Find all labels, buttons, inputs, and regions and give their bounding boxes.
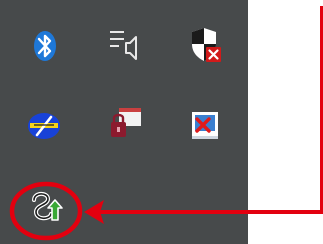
network-icon[interactable] bbox=[22, 104, 66, 148]
display-error-icon[interactable] bbox=[183, 104, 227, 148]
vpn-lock-icon[interactable] bbox=[103, 102, 147, 146]
sync-up-arrow-icon[interactable] bbox=[24, 186, 68, 230]
windows-security-alert-icon[interactable] bbox=[184, 22, 228, 66]
bluetooth-icon[interactable] bbox=[23, 24, 67, 68]
system-tray-overflow-panel bbox=[0, 0, 248, 244]
screenshot bbox=[0, 0, 323, 244]
volume-muted-icon[interactable] bbox=[104, 22, 148, 66]
